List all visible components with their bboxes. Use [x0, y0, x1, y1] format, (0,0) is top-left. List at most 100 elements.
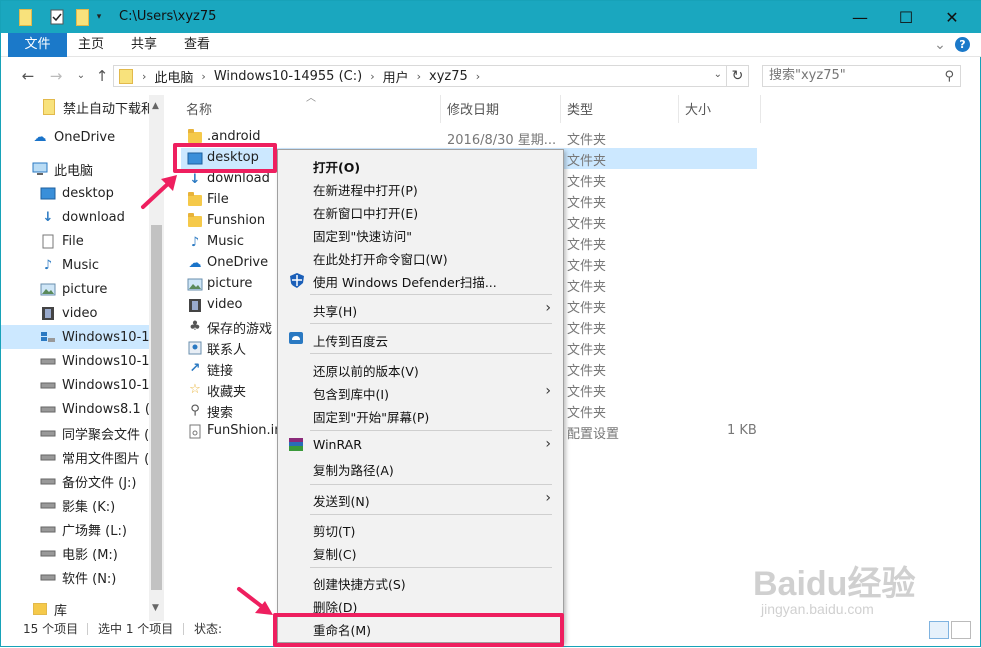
- nav-item-drive[interactable]: Windows10-14: [1, 349, 149, 373]
- nav-item-drive[interactable]: Windows10-14: [1, 373, 149, 397]
- selected-count: 选中 1 个项目: [98, 622, 174, 636]
- nav-item-drive[interactable]: Windows8.1 (F:: [1, 397, 149, 421]
- download-icon: ↓: [42, 209, 54, 225]
- menu-item-restore-versions[interactable]: 还原以前的版本(V): [278, 358, 563, 381]
- drive-icon: [40, 377, 56, 393]
- status-state: 状态:: [194, 622, 223, 636]
- help-icon[interactable]: ?: [955, 37, 970, 52]
- menu-item-pin-start[interactable]: 固定到"开始"屏幕(P): [278, 404, 563, 427]
- column-divider[interactable]: [678, 95, 679, 123]
- star-icon: ☆: [189, 382, 201, 397]
- search-icon: ⚲: [944, 69, 954, 84]
- menu-item-cut[interactable]: 剪切(T): [278, 518, 563, 541]
- menu-item-include-library[interactable]: 包含到库中(I) ›: [278, 381, 563, 404]
- search-input[interactable]: 搜索"xyz75" ⚲: [762, 65, 961, 87]
- drive-icon: [40, 473, 56, 489]
- nav-item-file[interactable]: File: [1, 229, 149, 253]
- column-header-size[interactable]: 大小: [685, 99, 711, 118]
- column-divider[interactable]: [560, 95, 561, 123]
- nav-item-library[interactable]: 库: [1, 597, 149, 621]
- column-header-name[interactable]: 名称: [186, 99, 212, 118]
- maximize-button[interactable]: ☐: [883, 1, 929, 33]
- address-row: ← → ⌄ ↑ › 此电脑 › Windows10-14955 (C:) › 用…: [1, 57, 981, 95]
- nav-item-drive[interactable]: 影集 (K:): [1, 493, 149, 517]
- nav-item-onedrive[interactable]: ☁ OneDrive: [1, 125, 149, 149]
- scroll-up-icon[interactable]: ▲: [152, 101, 159, 111]
- menu-separator: [310, 567, 552, 568]
- menu-item-share[interactable]: 共享(H) ›: [278, 298, 563, 321]
- menu-separator: [310, 484, 552, 485]
- column-divider[interactable]: [760, 95, 761, 123]
- customize-quick-access-icon[interactable]: ▾: [93, 8, 105, 26]
- menu-item-create-shortcut[interactable]: 创建快捷方式(S): [278, 571, 563, 594]
- nav-item-drive[interactable]: 软件 (N:): [1, 565, 149, 589]
- tab-view[interactable]: 查看: [177, 33, 217, 57]
- new-folder-icon[interactable]: [72, 8, 92, 26]
- large-icons-view-button[interactable]: [951, 621, 971, 639]
- recent-locations-icon[interactable]: ⌄: [71, 66, 91, 86]
- menu-item-open-command-window[interactable]: 在此处打开命令窗口(W): [278, 246, 563, 269]
- nav-item-drive-c[interactable]: Windows10-14: [1, 325, 149, 349]
- details-view-button[interactable]: [929, 621, 949, 639]
- tab-home[interactable]: 主页: [71, 33, 111, 57]
- minimize-button[interactable]: —: [837, 1, 883, 33]
- breadcrumb-this-pc[interactable]: 此电脑: [149, 67, 198, 86]
- chevron-right-icon: ›: [545, 436, 551, 452]
- close-button[interactable]: ✕: [929, 1, 975, 33]
- up-button[interactable]: ↑: [92, 66, 112, 86]
- drive-icon: [40, 401, 56, 417]
- nav-item-this-pc[interactable]: 此电脑: [1, 157, 149, 181]
- menu-item-pin-quick-access[interactable]: 固定到"快速访问": [278, 223, 563, 246]
- address-bar[interactable]: › 此电脑 › Windows10-14955 (C:) › 用户 › xyz7…: [113, 65, 727, 87]
- nav-item-picture[interactable]: picture: [1, 277, 149, 301]
- refresh-button[interactable]: ↻: [727, 65, 749, 87]
- watermark-url: jingyan.baidu.com: [761, 601, 874, 617]
- tab-share[interactable]: 共享: [124, 33, 164, 57]
- nav-scrollbar-thumb[interactable]: [151, 225, 162, 590]
- folder-icon: [15, 8, 35, 26]
- scroll-down-icon[interactable]: ▼: [152, 603, 159, 613]
- column-header-type[interactable]: 类型: [567, 99, 593, 118]
- nav-item-drive[interactable]: 广场舞 (L:): [1, 517, 149, 541]
- nav-item-drive[interactable]: 常用文件图片 (I:: [1, 445, 149, 469]
- computer-icon: [32, 161, 48, 177]
- menu-item-defender-scan[interactable]: 使用 Windows Defender扫描...: [278, 269, 563, 292]
- nav-item-quick-folder[interactable]: 禁止自动下载和: [1, 95, 149, 119]
- nav-item-download[interactable]: ↓ download: [1, 205, 149, 229]
- tab-file[interactable]: 文件: [8, 33, 67, 57]
- drive-icon: [40, 569, 56, 585]
- nav-item-music[interactable]: ♪ Music: [1, 253, 149, 277]
- nav-item-drive[interactable]: 同学聚会文件 (I: [1, 421, 149, 445]
- forward-button[interactable]: →: [46, 66, 66, 86]
- nav-item-drive[interactable]: 电影 (M:): [1, 541, 149, 565]
- highlight-desktop: [173, 143, 277, 173]
- menu-item-copy-path[interactable]: 复制为路径(A): [278, 457, 563, 480]
- column-divider[interactable]: [440, 95, 441, 123]
- nav-item-desktop[interactable]: desktop: [1, 181, 149, 205]
- column-header-date[interactable]: 修改日期: [447, 99, 499, 118]
- properties-icon[interactable]: [47, 8, 67, 26]
- menu-item-winrar[interactable]: WinRAR ›: [278, 434, 563, 457]
- menu-item-send-to[interactable]: 发送到(N) ›: [278, 488, 563, 511]
- menu-item-copy[interactable]: 复制(C): [278, 541, 563, 564]
- menu-item-open-new-process[interactable]: 在新进程中打开(P): [278, 177, 563, 200]
- drive-icon: [40, 353, 56, 369]
- menu-item-open[interactable]: 打开(O): [278, 154, 563, 177]
- menu-item-upload-baidu[interactable]: 上传到百度云: [278, 328, 563, 351]
- ribbon-expand-icon[interactable]: ⌄: [931, 33, 949, 57]
- breadcrumb-xyz75[interactable]: xyz75: [424, 69, 473, 84]
- menu-separator: [310, 514, 552, 515]
- video-icon: [40, 305, 56, 321]
- menu-separator: [310, 294, 552, 295]
- breadcrumb-drive-c[interactable]: Windows10-14955 (C:): [209, 69, 367, 84]
- nav-item-video[interactable]: video: [1, 301, 149, 325]
- address-dropdown-icon[interactable]: ⌄: [714, 69, 722, 80]
- nav-item-drive[interactable]: 备份文件 (J:): [1, 469, 149, 493]
- menu-item-open-new-window[interactable]: 在新窗口中打开(E): [278, 200, 563, 223]
- drive-icon: [40, 545, 56, 561]
- menu-separator: [310, 430, 552, 431]
- shield-icon: [288, 272, 306, 289]
- chevron-right-icon: ›: [545, 300, 551, 316]
- breadcrumb-users[interactable]: 用户: [378, 67, 414, 86]
- back-button[interactable]: ←: [18, 66, 38, 86]
